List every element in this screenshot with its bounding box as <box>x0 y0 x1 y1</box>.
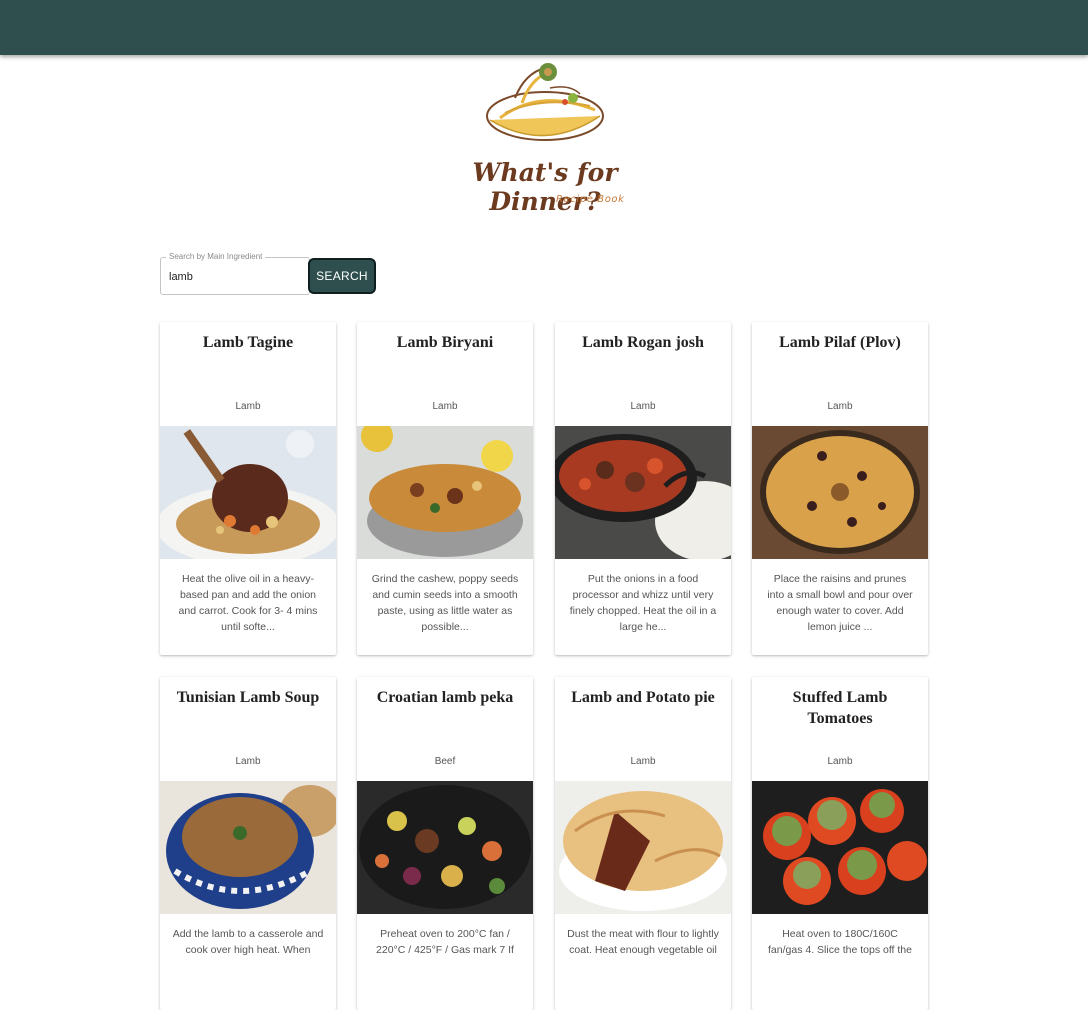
recipe-description: Preheat oven to 200°C fan / 220°C / 425°… <box>376 928 514 956</box>
recipe-description: Grind the cashew, poppy seeds and cumin … <box>371 573 519 633</box>
recipe-title: Stuffed Lamb Tomatoes <box>792 689 888 727</box>
recipe-card[interactable]: Lamb Biryani Lamb Grind the cashew, popp… <box>357 322 533 655</box>
recipe-category: Lamb <box>432 401 458 412</box>
recipe-title: Lamb and Potato pie <box>571 689 715 706</box>
recipe-title: Lamb Tagine <box>202 334 294 351</box>
stuffed-tomatoes-photo <box>752 781 928 914</box>
logo-subtitle: Recipe Book <box>556 194 625 205</box>
recipe-title: Lamb Biryani <box>396 334 494 351</box>
recipe-category: Lamb <box>630 756 656 767</box>
recipe-description: Heat the olive oil in a heavy-based pan … <box>178 573 318 633</box>
recipe-card[interactable]: Croatian lamb peka Beef Preheat oven to … <box>357 677 533 1010</box>
recipe-card[interactable]: Lamb Pilaf (Plov) Lamb Place the raisins… <box>752 322 928 655</box>
recipe-description: Dust the meat with flour to lightly coat… <box>567 928 719 956</box>
pilaf-photo <box>752 426 928 559</box>
recipe-card[interactable]: Lamb Tagine Lamb Heat the olive oil in a… <box>160 322 336 655</box>
search-input[interactable] <box>169 269 299 285</box>
recipe-category: Lamb <box>630 401 656 412</box>
recipe-title: Lamb Rogan josh <box>582 334 704 351</box>
recipe-title: Croatian lamb peka <box>376 689 514 706</box>
recipe-card[interactable]: Lamb and Potato pie Lamb Dust the meat w… <box>555 677 731 1010</box>
recipe-category: Lamb <box>235 401 261 412</box>
recipe-title: Lamb Pilaf (Plov) <box>779 334 901 351</box>
search-label: Search by Main Ingredient <box>166 252 266 261</box>
recipe-card[interactable]: Stuffed Lamb Tomatoes Lamb Heat oven to … <box>752 677 928 1010</box>
recipe-description: Place the raisins and prunes into a smal… <box>767 573 913 633</box>
recipe-category: Lamb <box>827 401 853 412</box>
logo-title: What's for Dinner? <box>472 158 618 216</box>
rogan-josh-photo <box>555 426 731 559</box>
top-app-bar <box>0 0 1088 55</box>
peka-photo <box>357 781 533 914</box>
recipe-category: Beef <box>434 756 456 767</box>
recipe-title: Tunisian Lamb Soup <box>176 689 320 706</box>
recipe-description: Heat oven to 180C/160C fan/gas 4. Slice … <box>768 928 912 956</box>
search-field[interactable]: Search by Main Ingredient <box>160 252 310 295</box>
recipe-description: Put the onions in a food processor and w… <box>569 573 717 633</box>
recipe-card[interactable]: Tunisian Lamb Soup Lamb Add the lamb to … <box>160 677 336 1010</box>
search-button[interactable]: SEARCH <box>308 258 376 294</box>
recipe-category: Lamb <box>827 756 853 767</box>
logo: What's for Dinner? Recipe Book <box>430 58 660 216</box>
tagine-photo <box>160 426 336 559</box>
recipe-description: Add the lamb to a casserole and cook ove… <box>172 928 324 956</box>
soup-photo <box>160 781 336 914</box>
pie-photo <box>555 781 731 914</box>
recipe-card[interactable]: Lamb Rogan josh Lamb Put the onions in a… <box>555 322 731 655</box>
biryani-photo <box>357 426 533 559</box>
recipe-category: Lamb <box>235 756 261 767</box>
